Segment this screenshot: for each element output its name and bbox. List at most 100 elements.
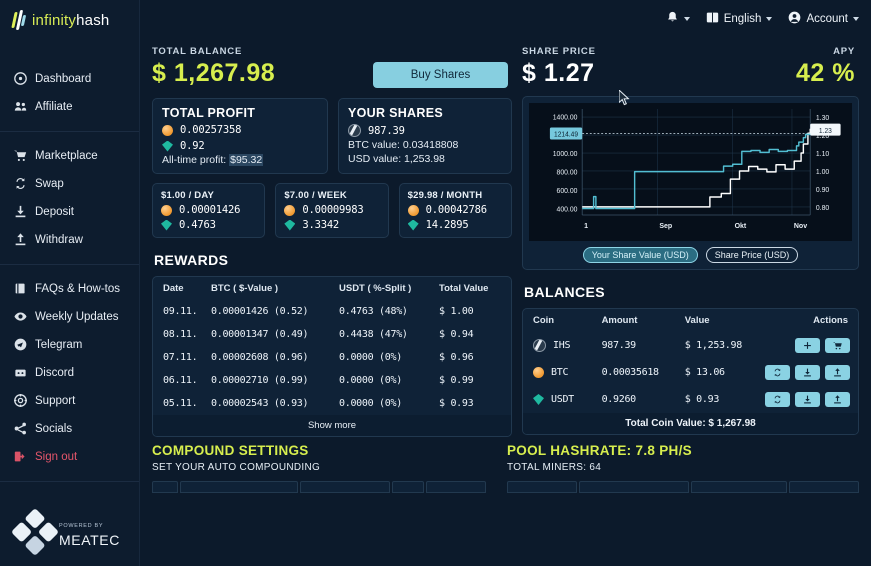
table-row[interactable]: IHS 987.39 $ 1,253.98 — [523, 332, 858, 359]
sidebar-nav-finance: Marketplace Swap Deposit Withdraw — [0, 130, 139, 264]
download-action-button[interactable] — [795, 365, 820, 380]
your-shares-card: YOUR SHARES 987.39 BTC value: 0.03418808… — [338, 98, 512, 174]
table-cell: 0.4763 (48%) — [339, 306, 408, 317]
swap-action-button[interactable] — [765, 392, 790, 407]
download-action-button[interactable] — [795, 392, 820, 407]
sidebar-item-label: Withdraw — [35, 233, 83, 246]
svg-text:1214.49: 1214.49 — [554, 132, 578, 139]
sidebar-item-affiliate[interactable]: Affiliate — [0, 95, 139, 119]
table-row[interactable]: 05.11. 0.00002543 (0.93) 0.0000 (0%) $ 0.93 — [153, 392, 511, 415]
svg-text:0.90: 0.90 — [816, 187, 829, 194]
table-row[interactable]: 07.11. 0.00002608 (0.96) 0.0000 (0%) $ 0.96 — [153, 346, 511, 369]
sidebar-item-swap[interactable]: Swap — [0, 172, 139, 196]
usdt-coin-icon — [408, 220, 419, 231]
table-cell: 07.11. — [163, 352, 198, 363]
total-profit-card: TOTAL PROFIT 0.00257358 0.92 All-time pr… — [152, 98, 328, 174]
sidebar-item-deposit[interactable]: Deposit — [0, 200, 139, 224]
sidebar-item-withdraw[interactable]: Withdraw — [0, 228, 139, 252]
sidebar-item-label: Deposit — [35, 205, 74, 218]
balance-actions — [765, 332, 858, 359]
signout-icon — [14, 450, 27, 463]
table-cell: 05.11. — [163, 398, 198, 409]
balance-coin-cell: BTC — [523, 359, 602, 386]
sidebar-item-discord[interactable]: Discord — [0, 361, 139, 385]
table-cell: 0.4438 (47%) — [339, 329, 408, 340]
rate-card-btc: 0.00042786 — [425, 204, 487, 216]
swap-action-button[interactable] — [765, 365, 790, 380]
sidebar-item-label: Swap — [35, 177, 64, 190]
table-cell: $ 0.93 — [439, 398, 474, 409]
legend-share-price[interactable]: Share Price (USD) — [705, 247, 799, 263]
apy-label: APY — [833, 46, 855, 57]
legend-your-share-value[interactable]: Your Share Value (USD) — [582, 247, 698, 263]
sidebar-item-label: FAQs & How-tos — [35, 282, 120, 295]
upload-action-button[interactable] — [825, 392, 850, 407]
upload-icon — [833, 392, 842, 407]
meatec-logo-icon — [10, 507, 60, 556]
balances-table: Coin Amount Value Actions IHS 987.39 $ 1,2… — [522, 308, 859, 435]
rewards-title: REWARDS — [154, 252, 229, 268]
your-shares-amount-row: 987.39 — [348, 124, 502, 137]
rewards-show-more-button[interactable]: Show more — [153, 415, 511, 436]
brand-name-secondary: hash — [76, 11, 110, 29]
table-row[interactable]: BTC 0.00035618 $ 13.06 — [523, 359, 858, 386]
powered-by-meatec: POWERED BY MEATEC — [0, 480, 139, 566]
svg-text:1.10: 1.10 — [816, 151, 829, 158]
bell-icon — [666, 11, 679, 27]
language-selector[interactable]: English — [706, 11, 773, 27]
share-value-chart[interactable]: 1400.00 1000.00 800.00 600.00 400.00 1.30 1.20… — [529, 103, 852, 241]
balance-coin-cell: IHS — [523, 332, 602, 359]
sidebar-item-weekly-updates[interactable]: Weekly Updates — [0, 305, 139, 329]
brand-logo[interactable]: infinityhash — [0, 0, 139, 31]
sidebar-item-dashboard[interactable]: Dashboard — [0, 67, 139, 91]
compound-settings-subtitle: SET YOUR AUTO COMPOUNDING — [152, 462, 321, 473]
account-label: Account — [806, 13, 848, 25]
table-cell: $ 0.99 — [439, 375, 474, 386]
language-label: English — [723, 13, 762, 25]
table-row[interactable]: USDT 0.9260 $ 0.93 — [523, 386, 858, 413]
buy-shares-button[interactable]: Buy Shares — [373, 62, 508, 88]
svg-text:1.23: 1.23 — [819, 128, 832, 135]
brand-name-primary: infinity — [32, 11, 77, 29]
btc-coin-icon — [162, 124, 173, 136]
table-header-row: Coin Amount Value Actions — [523, 309, 858, 332]
table-cell: $ 0.96 — [439, 352, 474, 363]
table-cell: 0.00001426 (0.52) — [211, 306, 309, 317]
usdt-coin-icon — [162, 141, 173, 152]
rewards-table: Date BTC ( $-Value ) USDT ( %-Split ) To… — [152, 276, 512, 437]
balance-actions — [765, 386, 858, 413]
chart-legend: Your Share Value (USD) Share Price (USD) — [529, 247, 852, 263]
table-cell: 09.11. — [163, 306, 198, 317]
plus-action-button[interactable] — [795, 338, 820, 353]
sidebar-item-telegram[interactable]: Telegram — [0, 333, 139, 357]
sidebar-item-marketplace[interactable]: Marketplace — [0, 144, 139, 168]
svg-text:1000.00: 1000.00 — [553, 151, 578, 158]
table-cell: 06.11. — [163, 375, 198, 386]
lifebuoy-icon — [14, 394, 27, 408]
notifications-button[interactable] — [666, 11, 690, 27]
sidebar-item-sign-out[interactable]: Sign out — [0, 445, 139, 469]
table-cell: 0.00002543 (0.93) — [211, 398, 309, 409]
share-price-panel: SHARE PRICE $ 1.27 APY 42 % — [522, 46, 859, 88]
all-time-profit-value: $95.32 — [229, 154, 264, 166]
balances-total-value: Total Coin Value: $ 1,267.98 — [523, 413, 858, 434]
sidebar-item-support[interactable]: Support — [0, 389, 139, 413]
balance-value: $ 13.06 — [684, 367, 725, 378]
account-menu[interactable]: Account — [788, 11, 859, 27]
table-row[interactable]: 09.11. 0.00001426 (0.52) 0.4763 (48%) $ 1.0… — [153, 300, 511, 323]
your-shares-usd-value: USD value: 1,253.98 — [348, 153, 445, 165]
bottom-sections: COMPOUND SETTINGS SET YOUR AUTO COMPOUND… — [140, 437, 871, 493]
table-row[interactable]: 06.11. 0.00002710 (0.99) 0.0000 (0%) $ 0.99 — [153, 369, 511, 392]
rewards-col-usdt: USDT ( %-Split ) — [339, 283, 412, 294]
upload-action-button[interactable] — [825, 365, 850, 380]
sidebar-item-socials[interactable]: Socials — [0, 417, 139, 441]
balance-amount: 987.39 — [601, 340, 637, 351]
sidebar-item-label: Affiliate — [35, 100, 73, 113]
download-icon — [803, 365, 812, 380]
table-row[interactable]: 08.11. 0.00001347 (0.49) 0.4438 (47%) $ 0.9… — [153, 323, 511, 346]
svg-text:1.00: 1.00 — [816, 169, 829, 176]
rate-card-week: $7.00 / WEEK 0.00009983 3.3342 — [275, 183, 389, 238]
cart-action-button[interactable] — [825, 338, 850, 353]
sidebar-item-faqs[interactable]: FAQs & How-tos — [0, 277, 139, 301]
total-profit-usdt-value: 0.92 — [180, 140, 205, 152]
